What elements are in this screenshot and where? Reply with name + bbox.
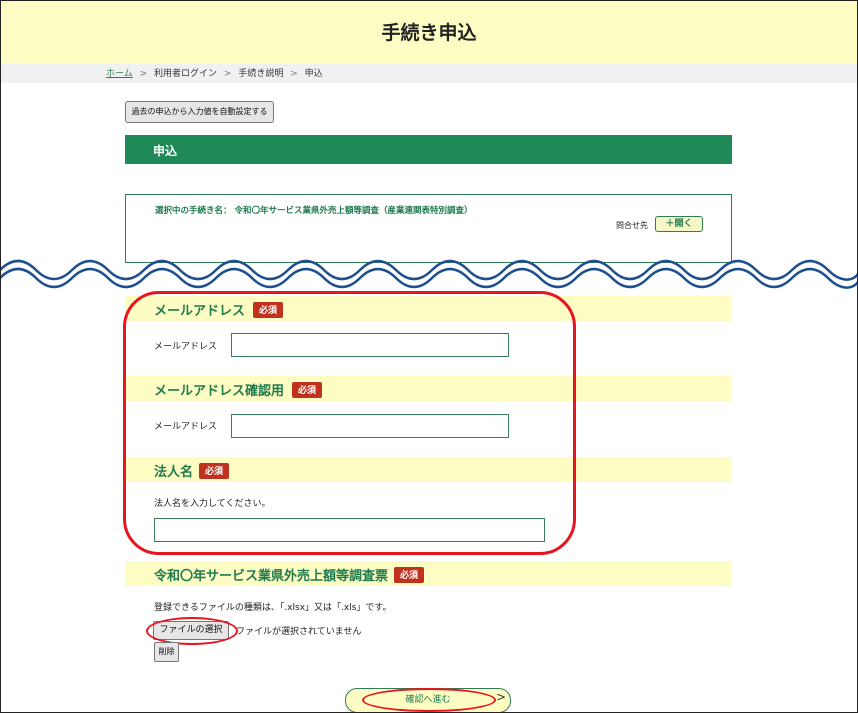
section-title: 申込 (153, 144, 178, 158)
breadcrumb-item-apply: 申込 (304, 69, 323, 79)
auto-fill-button[interactable]: 過去の申込から入力値を自動設定する (125, 101, 274, 123)
breadcrumb-separator: > (139, 69, 148, 79)
page-title: 手続き申込 (381, 22, 477, 44)
file-status-text: ファイルが選択されていません (236, 627, 362, 637)
breadcrumb-separator: > (290, 69, 298, 79)
survey-file-field-title: 令和〇年サービス業県外売上額等調査票 (154, 569, 389, 584)
file-type-note: 登録できるファイルの種類は、「.xlsx」又は「.xls」です。 (154, 603, 392, 613)
highlight-oval (123, 291, 576, 555)
confirm-button-highlight (362, 688, 496, 712)
survey-file-required-badge: 必須 (394, 567, 425, 583)
breadcrumb-item-explanation: 手続き説明 (238, 69, 284, 79)
section-header (125, 135, 732, 164)
inquiry-label: 問合せ先 (616, 221, 648, 230)
breadcrumb-home-link[interactable]: ホーム (106, 69, 133, 79)
wave-divider (0, 259, 858, 294)
choose-file-highlight (146, 617, 238, 645)
chevron-right-icon: > (496, 690, 507, 704)
breadcrumb-separator: > (223, 69, 232, 79)
selected-procedure-name: 選択中の手続き名： 令和〇年サービス業県外売上額等調査（産業連関表特別調査） (155, 206, 473, 216)
breadcrumb: ホーム > 利用者ログイン > 手続き説明 > 申込 (106, 66, 323, 79)
breadcrumb-item-login: 利用者ログイン (154, 69, 218, 79)
delete-file-button[interactable]: 削除 (154, 642, 179, 662)
open-inquiry-button[interactable]: ＋開く (655, 216, 703, 232)
